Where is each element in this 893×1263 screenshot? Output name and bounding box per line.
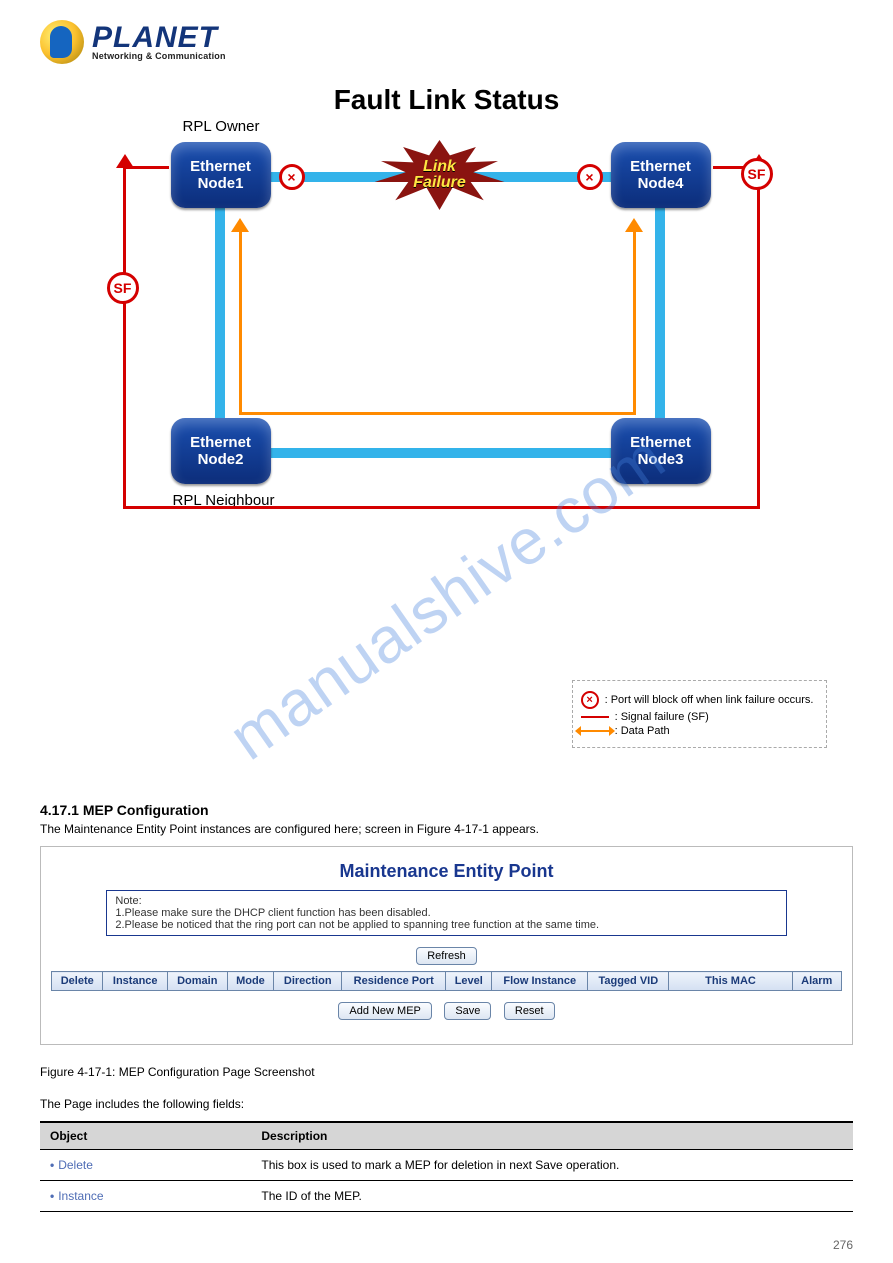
col-this-mac: This MAC [669, 972, 792, 991]
link-right [655, 202, 665, 420]
section-intro: The Maintenance Entity Point instances a… [40, 822, 853, 836]
link-left [215, 202, 225, 420]
note-line-1: 1.Please make sure the DHCP client funct… [115, 907, 777, 919]
section-heading: 4.17.1 MEP Configuration [40, 802, 853, 818]
col-level: Level [446, 972, 492, 991]
sf-left-v [123, 166, 126, 508]
ethernet-node-3: Ethernet Node3 [611, 418, 711, 484]
legend-path-text: : Data Path [615, 725, 670, 737]
brand-name: PLANET [92, 24, 226, 51]
legend-sf-text: : Signal failure (SF) [615, 711, 709, 723]
desc-delete: This box is used to mark a MEP for delet… [251, 1150, 853, 1181]
col-domain: Domain [167, 972, 227, 991]
col-instance: Instance [103, 972, 167, 991]
brand-tagline: Networking & Communication [92, 51, 226, 61]
sf-badge-right: SF [741, 158, 773, 190]
table-row: •Instance The ID of the MEP. [40, 1181, 853, 1212]
diagram-title: Fault Link Status [40, 84, 853, 116]
block-x-left: × [279, 164, 305, 190]
diagram-legend: × : Port will block off when link failure… [572, 680, 827, 748]
reset-button[interactable]: Reset [504, 1002, 555, 1020]
link-bottom [267, 448, 615, 458]
brand-logo-mark [40, 20, 84, 64]
obj-head-object: Object [40, 1122, 251, 1150]
refresh-button[interactable]: Refresh [416, 947, 477, 965]
save-button[interactable]: Save [444, 1002, 491, 1020]
obj-head-description: Description [251, 1122, 853, 1150]
obj-delete: Delete [58, 1158, 93, 1172]
obj-instance: Instance [58, 1189, 103, 1203]
note-box: Note: 1.Please make sure the DHCP client… [106, 890, 786, 936]
sf-arrow-left [116, 154, 134, 168]
rpl-owner-label: RPL Owner [183, 118, 260, 135]
object-description-table: Object Description •Delete This box is u… [40, 1121, 853, 1212]
col-alarm: Alarm [792, 972, 841, 991]
ethernet-node-4: Ethernet Node4 [611, 142, 711, 208]
note-title: Note: [115, 895, 777, 907]
ethernet-node-1: Ethernet Node1 [171, 142, 271, 208]
data-path-right-arrow [625, 218, 643, 232]
table-row: •Delete This box is used to mark a MEP f… [40, 1150, 853, 1181]
sf-bottom-h [123, 506, 759, 509]
col-tagged-vid: Tagged VID [588, 972, 669, 991]
data-path-left-arrow [231, 218, 249, 232]
block-x-right: × [577, 164, 603, 190]
col-delete: Delete [52, 972, 103, 991]
sf-badge-left: SF [107, 272, 139, 304]
legend-block-text: : Port will block off when link failure … [605, 694, 814, 706]
col-residence-port: Residence Port [342, 972, 446, 991]
legend-path-icon [581, 730, 609, 732]
legend-sf-icon [581, 716, 609, 718]
data-path-bottom-h [239, 412, 635, 415]
page-number: 276 [833, 1238, 853, 1252]
add-new-mep-button[interactable]: Add New MEP [338, 1002, 432, 1020]
note-line-2: 2.Please be noticed that the ring port c… [115, 919, 777, 931]
col-direction: Direction [274, 972, 342, 991]
fields-intro: The Page includes the following fields: [40, 1097, 853, 1111]
legend-block-icon: × [581, 691, 599, 709]
col-flow-instance: Flow Instance [492, 972, 588, 991]
panel-title: Maintenance Entity Point [51, 861, 842, 882]
ethernet-node-2: Ethernet Node2 [171, 418, 271, 484]
figure-caption: Figure 4-17-1: MEP Configuration Page Sc… [40, 1065, 853, 1079]
data-path-right-v [633, 232, 636, 415]
mep-panel: Maintenance Entity Point Note: 1.Please … [40, 846, 853, 1045]
fault-link-diagram: RPL Owner Ethernet Node1 Ethernet Node4 … [87, 122, 807, 682]
data-path-left-v [239, 232, 242, 414]
mep-table: Delete Instance Domain Mode Direction Re… [51, 971, 842, 991]
brand-logo: PLANET Networking & Communication [40, 20, 853, 64]
col-mode: Mode [227, 972, 274, 991]
sf-right-v [757, 166, 760, 509]
desc-instance: The ID of the MEP. [251, 1181, 853, 1212]
